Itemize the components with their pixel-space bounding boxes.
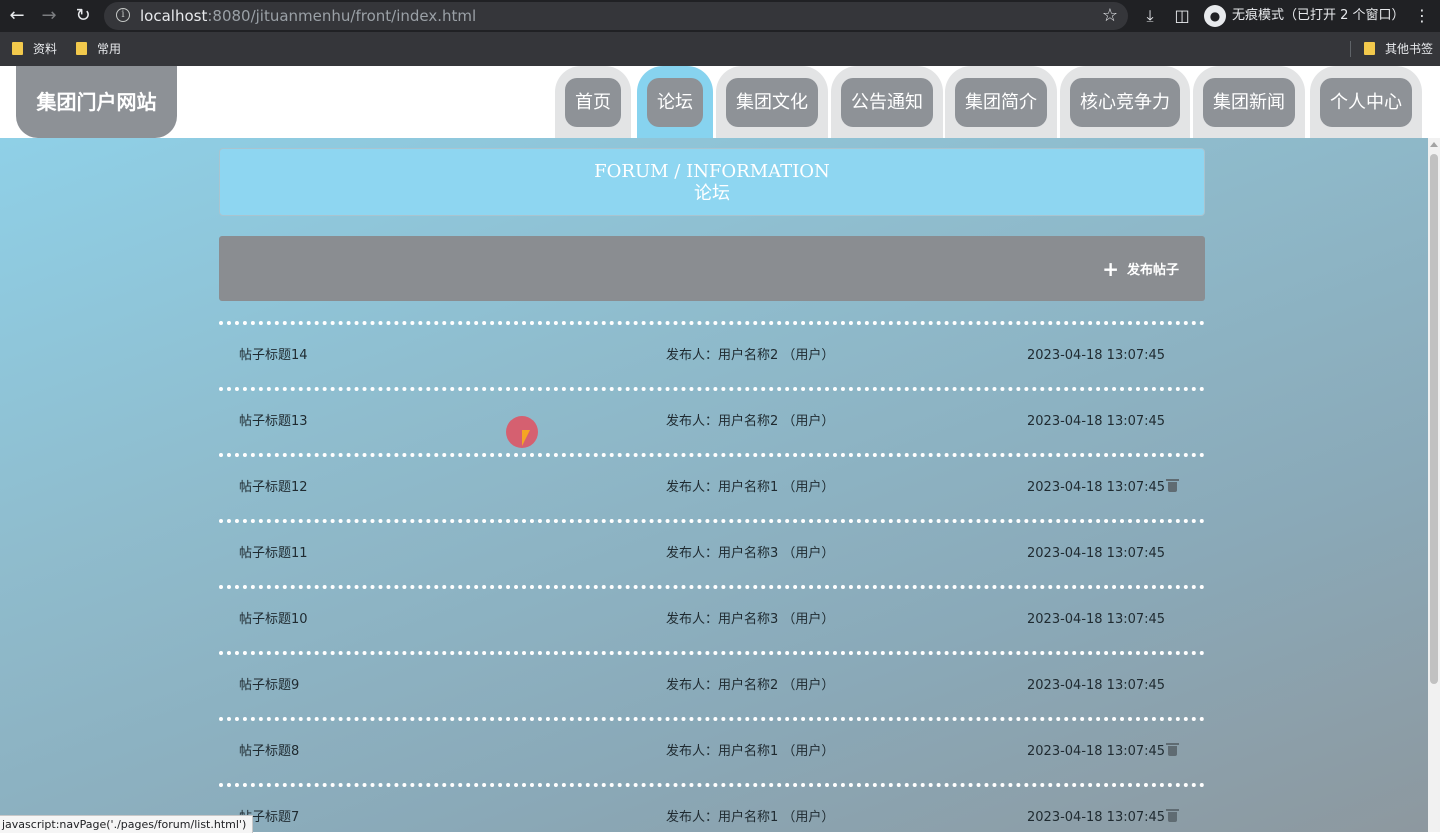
post-time: 2023-04-18 13:07:45 bbox=[1027, 348, 1166, 363]
nav-tab-label: 核心竞争力 bbox=[1070, 78, 1180, 127]
scrollbar-thumb[interactable] bbox=[1430, 154, 1438, 684]
nav-tab-label: 集团简介 bbox=[955, 78, 1047, 127]
post-title[interactable]: 帖子标题13 bbox=[239, 411, 308, 433]
post-time: 2023-04-18 13:07:45 bbox=[1027, 546, 1166, 561]
bookmark-label: 其他书签 bbox=[1385, 42, 1434, 56]
post-author: 发布人：用户名称2 （用户） bbox=[666, 414, 835, 429]
folder-icon bbox=[1364, 42, 1375, 55]
post-author: 发布人：用户名称1 （用户） bbox=[666, 480, 835, 495]
nav-tab-profile[interactable]: 个人中心 bbox=[1310, 66, 1422, 138]
page-scrollbar[interactable] bbox=[1428, 138, 1440, 832]
site-info-icon[interactable]: i bbox=[116, 8, 130, 22]
section-title-cn: 论坛 bbox=[694, 183, 730, 204]
reload-icon[interactable]: ↻ bbox=[72, 5, 94, 27]
folder-icon bbox=[76, 42, 87, 55]
nav-tab-culture[interactable]: 集团文化 bbox=[716, 66, 828, 138]
nav-tab-news[interactable]: 集团新闻 bbox=[1193, 66, 1305, 138]
section-title-en: FORUM / INFORMATION bbox=[594, 161, 830, 182]
post-row[interactable]: 帖子标题13 发布人：用户名称2 （用户） 2023-04-18 13:07:4… bbox=[219, 387, 1205, 453]
nav-tab-label: 集团新闻 bbox=[1203, 78, 1295, 127]
nav-tab-label: 个人中心 bbox=[1320, 78, 1412, 127]
bookmark-label: 资料 bbox=[33, 42, 58, 56]
browser-toolbar: ← → ↻ i localhost:8080/jituanmenhu/front… bbox=[0, 0, 1440, 32]
nav-tab-notice[interactable]: 公告通知 bbox=[831, 66, 943, 138]
post-title[interactable]: 帖子标题10 bbox=[239, 609, 308, 631]
forward-icon[interactable]: → bbox=[38, 5, 60, 27]
nav-tab-about[interactable]: 集团简介 bbox=[945, 66, 1057, 138]
publish-post-button[interactable]: + 发布帖子 bbox=[1102, 258, 1179, 280]
trash-icon[interactable] bbox=[1166, 479, 1179, 492]
trash-icon[interactable] bbox=[1166, 809, 1179, 822]
other-bookmarks[interactable]: 其他书签 bbox=[1364, 32, 1433, 66]
post-title[interactable]: 帖子标题14 bbox=[239, 345, 308, 367]
post-author: 发布人：用户名称1 （用户） bbox=[666, 744, 835, 759]
plus-icon: + bbox=[1102, 257, 1119, 281]
main-content: FORUM / INFORMATION 论坛 + 发布帖子 帖子标题14 发布人：… bbox=[0, 138, 1428, 832]
bookmark-star-icon[interactable]: ☆ bbox=[1102, 4, 1118, 28]
address-bar[interactable]: i localhost:8080/jituanmenhu/front/index… bbox=[104, 2, 1128, 30]
post-time: 2023-04-18 13:07:45 bbox=[1027, 744, 1166, 759]
post-row[interactable]: 帖子标题8 发布人：用户名称1 （用户） 2023-04-18 13:07:45 bbox=[219, 717, 1205, 783]
nav-tab-label: 首页 bbox=[565, 78, 621, 127]
post-author: 发布人：用户名称2 （用户） bbox=[666, 678, 835, 693]
forum-toolbar: + 发布帖子 bbox=[219, 236, 1205, 301]
post-row[interactable]: 帖子标题7 发布人：用户名称1 （用户） 2023-04-18 13:07:45 bbox=[219, 783, 1205, 832]
post-title[interactable]: 帖子标题8 bbox=[239, 741, 299, 763]
side-panel-icon[interactable]: ◫ bbox=[1170, 4, 1194, 28]
post-title[interactable]: 帖子标题12 bbox=[239, 477, 308, 499]
post-row[interactable]: 帖子标题12 发布人：用户名称1 （用户） 2023-04-18 13:07:4… bbox=[219, 453, 1205, 519]
url-text[interactable]: localhost:8080/jituanmenhu/front/index.h… bbox=[140, 2, 476, 30]
status-bar-url: javascript:navPage('./pages/forum/list.h… bbox=[0, 815, 254, 833]
post-list: 帖子标题14 发布人：用户名称2 （用户） 2023-04-18 13:07:4… bbox=[219, 321, 1205, 832]
back-icon[interactable]: ← bbox=[6, 5, 28, 27]
folder-icon bbox=[12, 42, 23, 55]
post-author: 发布人：用户名称3 （用户） bbox=[666, 612, 835, 627]
url-path: :8080/jituanmenhu/front/index.html bbox=[207, 7, 477, 25]
bookmarks-bar: 资料 常用 其他书签 bbox=[0, 32, 1440, 66]
post-title[interactable]: 帖子标题9 bbox=[239, 675, 299, 697]
post-row[interactable]: 帖子标题9 发布人：用户名称2 （用户） 2023-04-18 13:07:45 bbox=[219, 651, 1205, 717]
section-title-box: FORUM / INFORMATION 论坛 bbox=[219, 148, 1205, 216]
nav-tab-home[interactable]: 首页 bbox=[555, 66, 631, 138]
nav-tab-label: 集团文化 bbox=[726, 78, 818, 127]
bookmark-label: 常用 bbox=[97, 42, 122, 56]
nav-tab-label: 公告通知 bbox=[841, 78, 933, 127]
post-time: 2023-04-18 13:07:45 bbox=[1027, 480, 1166, 495]
download-icon[interactable]: ⤓ bbox=[1138, 4, 1162, 28]
scroll-up-icon[interactable] bbox=[1430, 142, 1438, 147]
post-title[interactable]: 帖子标题11 bbox=[239, 543, 308, 565]
site-header: 集团门户网站 首页 论坛 集团文化 公告通知 集团简介 核心竞争力 集团新闻 个… bbox=[0, 66, 1440, 138]
nav-tab-forum[interactable]: 论坛 bbox=[637, 66, 713, 138]
url-host: localhost bbox=[140, 7, 208, 25]
incognito-label[interactable]: 无痕模式（已打开 2 个窗口） bbox=[1232, 0, 1405, 32]
nav-tab-label: 论坛 bbox=[647, 78, 703, 127]
post-row[interactable]: 帖子标题10 发布人：用户名称3 （用户） 2023-04-18 13:07:4… bbox=[219, 585, 1205, 651]
bookmark-folder[interactable]: 常用 bbox=[76, 32, 121, 66]
site-logo[interactable]: 集团门户网站 bbox=[16, 66, 177, 138]
post-time: 2023-04-18 13:07:45 bbox=[1027, 612, 1166, 627]
bookmark-folder[interactable]: 资料 bbox=[12, 32, 57, 66]
nav-tab-competence[interactable]: 核心竞争力 bbox=[1060, 66, 1190, 138]
bookmarks-divider bbox=[1350, 41, 1351, 57]
incognito-icon[interactable]: ● bbox=[1204, 5, 1226, 27]
post-row[interactable]: 帖子标题11 发布人：用户名称3 （用户） 2023-04-18 13:07:4… bbox=[219, 519, 1205, 585]
publish-post-label: 发布帖子 bbox=[1126, 263, 1179, 278]
post-time: 2023-04-18 13:07:45 bbox=[1027, 414, 1166, 429]
menu-icon[interactable]: ⋮ bbox=[1410, 4, 1434, 28]
post-row[interactable]: 帖子标题14 发布人：用户名称2 （用户） 2023-04-18 13:07:4… bbox=[219, 321, 1205, 387]
post-author: 发布人：用户名称3 （用户） bbox=[666, 546, 835, 561]
post-author: 发布人：用户名称2 （用户） bbox=[666, 348, 835, 363]
post-time: 2023-04-18 13:07:45 bbox=[1027, 810, 1166, 825]
post-author: 发布人：用户名称1 （用户） bbox=[666, 810, 835, 825]
trash-icon[interactable] bbox=[1166, 743, 1179, 756]
post-time: 2023-04-18 13:07:45 bbox=[1027, 678, 1166, 693]
mouse-cursor-icon bbox=[522, 430, 530, 446]
